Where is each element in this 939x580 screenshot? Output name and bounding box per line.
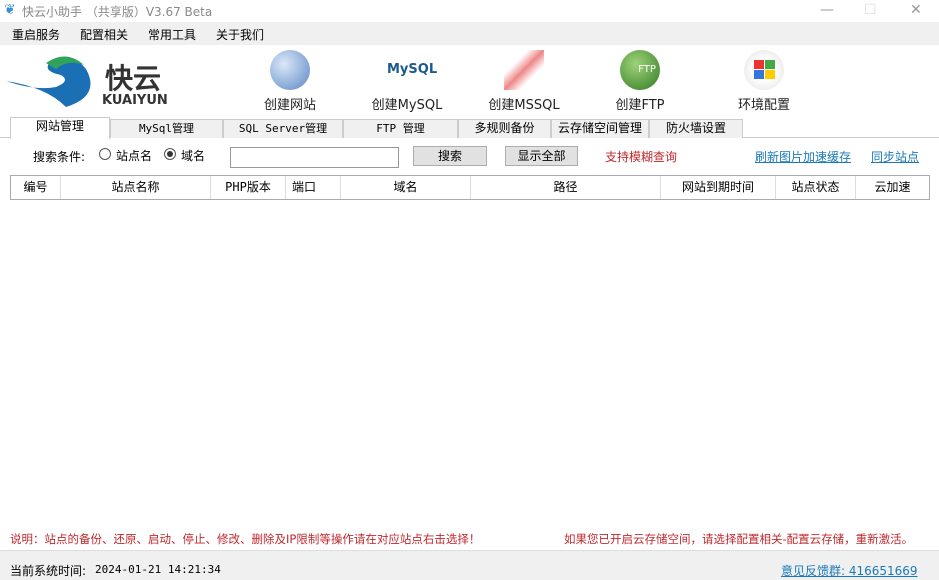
- menu-restart-services[interactable]: 重启服务: [12, 26, 60, 43]
- col-port[interactable]: 端口: [286, 176, 341, 199]
- create-mssql-label: 创建MSSQL: [488, 98, 560, 113]
- time-label: 当前系统时间:: [10, 564, 87, 578]
- search-bar: 搜索条件: 站点名 域名 搜索 显示全部 支持模糊查询 刷新图片加速缓存 同步站…: [0, 143, 939, 169]
- window-title: 快云小助手 （共享版）V3.67 Beta: [22, 5, 213, 19]
- refresh-cache-link[interactable]: 刷新图片加速缓存: [755, 148, 851, 165]
- operations-note: 说明：站点的备份、还原、启动、停止、修改、删除及IP限制等操作请在对应站点右击选…: [10, 532, 481, 546]
- menu-bar: 重启服务 配置相关 常用工具 关于我们: [0, 22, 939, 45]
- sync-sites-link[interactable]: 同步站点: [871, 148, 919, 165]
- cloud-storage-note: 如果您已开启云存储空间，请选择配置相关-配置云存储，重新激活。: [564, 532, 914, 546]
- radio-domain[interactable]: [164, 148, 176, 160]
- create-site-button[interactable]: 创建网站: [240, 45, 340, 115]
- env-config-button[interactable]: 环境配置: [714, 45, 814, 115]
- maximize-button[interactable]: ☐: [864, 2, 877, 18]
- fuzzy-query-note: 支持模糊查询: [605, 150, 678, 164]
- col-expire-time[interactable]: 网站到期时间: [661, 176, 776, 199]
- radio-site-name[interactable]: [99, 148, 111, 160]
- feedback-group-link[interactable]: 意见反馈群: 416651669: [781, 562, 918, 579]
- mysql-icon: MySQL: [387, 62, 438, 77]
- status-bar: 当前系统时间: 2024-01-21 14:21:34 意见反馈群: 41665…: [0, 550, 939, 580]
- col-path[interactable]: 路径: [471, 176, 661, 199]
- search-condition-label: 搜索条件:: [33, 150, 86, 164]
- col-site-name[interactable]: 站点名称: [61, 176, 211, 199]
- col-id[interactable]: 编号: [11, 176, 61, 199]
- menu-about[interactable]: 关于我们: [216, 26, 264, 43]
- col-cdn[interactable]: 云加速: [856, 176, 929, 199]
- minimize-button[interactable]: —: [820, 2, 834, 18]
- create-site-label: 创建网站: [263, 98, 316, 113]
- tab-sqlserver-management[interactable]: SQL Server管理: [223, 119, 343, 138]
- create-mssql-button[interactable]: 创建MSSQL: [474, 45, 574, 115]
- tab-backup-rules[interactable]: 多规则备份: [458, 119, 551, 138]
- search-button[interactable]: 搜索: [413, 146, 487, 166]
- app-icon: ❦: [4, 2, 16, 18]
- radio-site-name-label[interactable]: 站点名: [116, 147, 152, 164]
- windows-icon: [744, 50, 784, 90]
- search-input[interactable]: [230, 147, 399, 168]
- mssql-icon: [504, 50, 544, 90]
- create-mysql-button[interactable]: MySQL 创建MySQL: [357, 45, 457, 115]
- title-bar: ❦ 快云小助手 （共享版）V3.67 Beta — ☐ ✕: [0, 0, 939, 22]
- system-time: 2024-01-21 14:21:34: [95, 563, 221, 576]
- tab-ftp-management[interactable]: FTP 管理: [343, 119, 458, 138]
- tab-cloud-storage[interactable]: 云存储空间管理: [551, 119, 649, 138]
- globe-icon: [270, 50, 310, 90]
- col-php-version[interactable]: PHP版本: [211, 176, 286, 199]
- menu-config[interactable]: 配置相关: [80, 26, 128, 43]
- tab-site-management[interactable]: 网站管理: [10, 117, 110, 139]
- logo-icon: [6, 51, 96, 109]
- create-ftp-label: 创建FTP: [615, 98, 665, 113]
- col-domain[interactable]: 域名: [341, 176, 471, 199]
- logo-text: 快云: [105, 62, 162, 95]
- tab-mysql-management[interactable]: MySql管理: [110, 119, 223, 138]
- col-status[interactable]: 站点状态: [776, 176, 856, 199]
- radio-domain-label[interactable]: 域名: [181, 147, 205, 164]
- env-config-label: 环境配置: [737, 98, 790, 113]
- show-all-button[interactable]: 显示全部: [505, 146, 578, 166]
- site-table-header: 编号 站点名称 PHP版本 端口 域名 路径 网站到期时间 站点状态 云加速: [10, 175, 930, 200]
- menu-tools[interactable]: 常用工具: [148, 26, 196, 43]
- tab-firewall[interactable]: 防火墙设置: [649, 119, 743, 138]
- ftp-icon: FTP: [620, 50, 660, 90]
- logo-subtext: KUAIYUN: [102, 93, 168, 108]
- toolbar: 快云 KUAIYUN 创建网站 MySQL 创建MySQL 创建MSSQL FT…: [0, 45, 939, 117]
- close-button[interactable]: ✕: [910, 2, 922, 18]
- site-table-body[interactable]: [0, 200, 939, 520]
- create-mysql-label: 创建MySQL: [371, 98, 443, 113]
- tab-bar: 网站管理 MySql管理 SQL Server管理 FTP 管理 多规则备份 云…: [0, 117, 939, 139]
- create-ftp-button[interactable]: FTP 创建FTP: [590, 45, 690, 115]
